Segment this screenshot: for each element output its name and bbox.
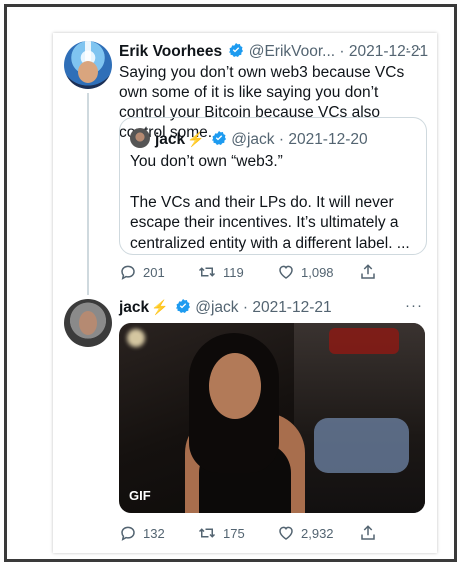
avatar-light-beam: [85, 41, 91, 63]
quoted-tweet-avatar: [130, 128, 150, 148]
quoted-tweet-line1: You don’t own “web3.”: [130, 153, 283, 170]
tweet2-share-button[interactable]: [359, 524, 377, 542]
tweet2-retweet-button[interactable]: 175: [197, 524, 245, 542]
retweet-icon: [198, 528, 216, 538]
heart-icon: [279, 265, 293, 279]
gif-red-car: [329, 328, 399, 354]
tweet2-more-options-icon[interactable]: ···: [405, 297, 423, 314]
tweet2-date[interactable]: · 2021-12-21: [243, 299, 332, 316]
share-icon: [361, 525, 375, 540]
tweet1-retweet-count: 119: [223, 264, 244, 280]
lightning-bolt-icon: ⚡: [187, 131, 205, 147]
tweet1-more-options-icon[interactable]: ···: [405, 40, 423, 57]
thread-connector-line: [87, 93, 89, 295]
gif-light-flare: [127, 329, 145, 347]
reply-icon: [121, 526, 135, 541]
verified-badge-icon: [229, 43, 244, 57]
tweet2-gif-media[interactable]: GIF: [119, 323, 425, 513]
avatar-face: [79, 311, 97, 335]
tweet1-like-button[interactable]: 1,098: [277, 263, 334, 281]
tweet2-like-count: 2,932: [301, 525, 334, 541]
tweet1-reply-count: 201: [143, 264, 165, 280]
quoted-tweet-line2: The VCs and their LPs do. It will never …: [130, 193, 410, 252]
quoted-author-handle: @jack: [231, 131, 275, 148]
avatar-face: [78, 61, 98, 83]
lightning-bolt-icon: ⚡: [151, 299, 169, 315]
screenshot-frame: Erik Voorhees @ErikVoor... · 2021-12-21 …: [4, 4, 457, 562]
tweet2-like-button[interactable]: 2,932: [277, 524, 334, 542]
tweet2-reply-count: 132: [143, 525, 165, 541]
tweet2-reply-button[interactable]: 132: [119, 524, 165, 542]
retweet-icon: [198, 267, 216, 277]
quoted-author-name: jack: [155, 131, 186, 148]
tweet1-author-handle[interactable]: @ErikVoor...: [249, 43, 335, 60]
heart-icon: [279, 526, 293, 540]
quoted-tweet-text: You don’t own “web3.” The VCs and their …: [130, 152, 420, 254]
verified-badge-icon: [175, 299, 190, 313]
reply-icon: [121, 265, 135, 280]
share-icon: [361, 264, 375, 279]
tweet2-author-handle[interactable]: @jack: [195, 299, 238, 316]
tweet1-like-count: 1,098: [301, 264, 334, 280]
tweet-thread-card: Erik Voorhees @ErikVoor... · 2021-12-21 …: [53, 33, 437, 553]
tweet1-reply-button[interactable]: 201: [119, 263, 165, 281]
quoted-tweet[interactable]: jack ⚡ @jack · 2021-12-20 You don’t own “…: [119, 117, 427, 255]
tweet1-share-button[interactable]: [359, 263, 377, 281]
tweet2-author-name[interactable]: jack: [119, 299, 149, 316]
gif-woman-face: [209, 353, 261, 419]
verified-badge-icon: [211, 131, 226, 145]
tweet2-retweet-count: 175: [223, 525, 245, 541]
tweet1-author-name[interactable]: Erik Voorhees: [119, 43, 222, 60]
tweet1-header: Erik Voorhees @ErikVoor... · 2021-12-21: [119, 42, 429, 61]
gif-background-figure: [314, 418, 409, 473]
tweet1-action-bar: 201 119 1,098: [119, 263, 419, 283]
tweet1-retweet-button[interactable]: 119: [197, 263, 244, 281]
tweet2-action-bar: 132 175 2,932: [119, 524, 419, 544]
jack-avatar[interactable]: [64, 299, 112, 347]
gif-badge: GIF: [129, 488, 151, 503]
erik-voorhees-avatar[interactable]: [64, 41, 112, 89]
quoted-tweet-date: · 2021-12-20: [278, 131, 368, 148]
tweet2-header: jack ⚡ @jack · 2021-12-21: [119, 298, 429, 317]
quoted-tweet-header: jack ⚡ @jack · 2021-12-20: [130, 128, 368, 149]
